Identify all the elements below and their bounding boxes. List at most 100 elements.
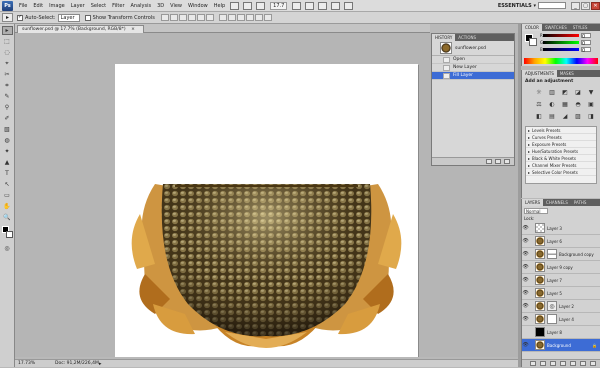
preset-exposure[interactable]: ▸ Exposure Presets [526, 141, 596, 148]
link-layers-icon[interactable] [530, 361, 536, 366]
new-adjustment-layer-icon[interactable] [560, 361, 566, 366]
channel-b-value[interactable]: 0 [581, 46, 591, 54]
rotate-view-icon[interactable] [318, 1, 328, 10]
crop-tool-icon[interactable]: ✂ [2, 70, 13, 79]
menu-analysis[interactable]: Analysis [128, 0, 155, 12]
channel-b-slider[interactable] [543, 47, 579, 51]
eye-icon[interactable]: 👁 [522, 238, 529, 244]
align-bottom-icon[interactable] [178, 14, 187, 21]
layer-style-icon[interactable] [540, 361, 546, 366]
tab-styles[interactable]: STYLES [570, 24, 591, 31]
color-swatches[interactable] [0, 226, 14, 242]
document-tab-close-icon[interactable]: × [131, 27, 135, 32]
tab-channels[interactable]: CHANNELS [543, 199, 571, 206]
tab-actions[interactable]: ACTIONS [455, 34, 479, 41]
path-select-tool-icon[interactable]: ↖ [2, 180, 13, 189]
levels-icon[interactable]: ▥ [547, 89, 557, 97]
gradient-tool-icon[interactable]: ▲ [2, 158, 13, 167]
move-tool-icon[interactable]: ▸ [1, 26, 13, 35]
history-snapshot[interactable]: sunflower.psd [432, 41, 514, 56]
align-vcenter-icon[interactable] [169, 14, 178, 21]
tab-masks[interactable]: MASKS [557, 70, 577, 77]
align-right-icon[interactable] [205, 14, 214, 21]
minimize-button[interactable]: _ [571, 1, 580, 10]
add-mask-icon[interactable] [550, 361, 556, 366]
history-brush-tool-icon[interactable]: ◍ [2, 136, 13, 145]
distribute-right-icon[interactable] [263, 14, 272, 21]
curves-icon[interactable]: ◩ [560, 89, 570, 97]
distribute-vcenter-icon[interactable] [227, 14, 236, 21]
preset-hue-saturation[interactable]: ▸ Hue/Saturation Presets [526, 148, 596, 155]
zoom-icon[interactable] [305, 1, 315, 10]
new-layer-icon[interactable] [580, 361, 586, 366]
menu-file[interactable]: File [16, 0, 30, 12]
posterize-icon[interactable]: ▤ [547, 113, 557, 121]
color-spectrum-ramp[interactable] [524, 58, 598, 64]
channel-mixer-icon[interactable]: ▣ [586, 101, 596, 109]
eye-icon[interactable]: 👁 [522, 290, 529, 296]
photo-filter-icon[interactable]: ◓ [573, 101, 583, 109]
align-left-icon[interactable] [187, 14, 196, 21]
new-document-from-state-icon[interactable] [486, 159, 492, 164]
tab-adjustments[interactable]: ADJUSTMENTS [522, 70, 557, 77]
view-extras-icon[interactable] [256, 1, 266, 10]
align-top-icon[interactable] [160, 14, 169, 21]
new-group-icon[interactable] [570, 361, 576, 366]
bridge-icon[interactable] [230, 1, 240, 10]
layer-row[interactable]: 👁 Layer 4 [522, 313, 600, 326]
distribute-top-icon[interactable] [218, 14, 227, 21]
preset-curves[interactable]: ▸ Curves Presets [526, 134, 596, 141]
distribute-left-icon[interactable] [245, 14, 254, 21]
layer-row[interactable]: 👁 Layer 5 [522, 287, 600, 300]
hand-icon[interactable] [292, 1, 302, 10]
color-balance-icon[interactable]: ◐ [547, 101, 557, 109]
eye-icon[interactable]: 👁 [522, 251, 529, 257]
black-white-icon[interactable]: ▦ [560, 101, 570, 109]
layer-mask-thumbnail[interactable] [547, 249, 557, 259]
background-color-swatch[interactable] [6, 231, 13, 238]
layer-row[interactable]: 👁 Background copy [522, 248, 600, 261]
mini-bridge-icon[interactable] [243, 1, 253, 10]
zoom-tool-icon[interactable]: 🔍 [2, 213, 13, 222]
healing-tool-icon[interactable]: ⚲ [2, 103, 13, 112]
move-tool-preset-icon[interactable]: ▸ [2, 13, 13, 22]
shape-tool-icon[interactable]: ▭ [2, 191, 13, 200]
blend-mode-select[interactable]: Normal [524, 207, 548, 214]
invert-icon[interactable]: ◧ [534, 113, 544, 121]
new-snapshot-icon[interactable] [495, 159, 501, 164]
menu-help[interactable]: Help [211, 0, 228, 12]
menu-edit[interactable]: Edit [30, 0, 46, 12]
eye-icon[interactable]: 👁 [522, 316, 529, 322]
tab-color[interactable]: COLOR [522, 24, 542, 31]
menu-select[interactable]: Select [88, 0, 109, 12]
hue-saturation-icon[interactable]: ⚖ [534, 101, 544, 109]
tab-paths[interactable]: PATHS [571, 199, 590, 206]
gradient-map-icon[interactable]: ▨ [573, 113, 583, 121]
preset-selective-color[interactable]: ▸ Selective Color Presets [526, 169, 596, 176]
type-tool-icon[interactable]: T [2, 169, 13, 178]
selective-color-icon[interactable]: ◨ [586, 113, 596, 121]
channel-r-value[interactable]: 0 [581, 32, 591, 40]
channel-r-slider[interactable] [543, 33, 579, 37]
menu-image[interactable]: Image [46, 0, 68, 12]
threshold-icon[interactable]: ◢ [560, 113, 570, 121]
layer-row[interactable]: 👁 Layer 7 [522, 274, 600, 287]
layer-row[interactable]: 👁 Background 🔒 [522, 339, 600, 352]
menu-window[interactable]: Window [185, 0, 211, 12]
eye-icon[interactable]: 👁 [522, 303, 529, 309]
distribute-hcenter-icon[interactable] [254, 14, 263, 21]
slice-tool-icon[interactable]: ⌗ [2, 81, 13, 90]
tab-history[interactable]: HISTORY [432, 34, 456, 41]
brush-tool-icon[interactable]: ✐ [2, 114, 13, 123]
zoom-level-select[interactable]: 17.7 [270, 1, 288, 10]
show-transform-checkbox[interactable] [84, 14, 91, 21]
preset-channel-mixer[interactable]: ▸ Channel Mixer Presets [526, 162, 596, 169]
menu-3d[interactable]: 3D [154, 0, 167, 12]
channel-g-value[interactable]: 0 [581, 39, 591, 47]
preset-black-white[interactable]: ▸ Black & White Presets [526, 155, 596, 162]
marquee-tool-icon[interactable]: ⬚ [2, 37, 13, 46]
layer-mask-thumbnail[interactable] [547, 314, 557, 324]
preset-levels[interactable]: ▸ Levels Presets [526, 127, 596, 134]
document-canvas[interactable] [115, 64, 418, 357]
channel-g-slider[interactable] [543, 40, 579, 44]
